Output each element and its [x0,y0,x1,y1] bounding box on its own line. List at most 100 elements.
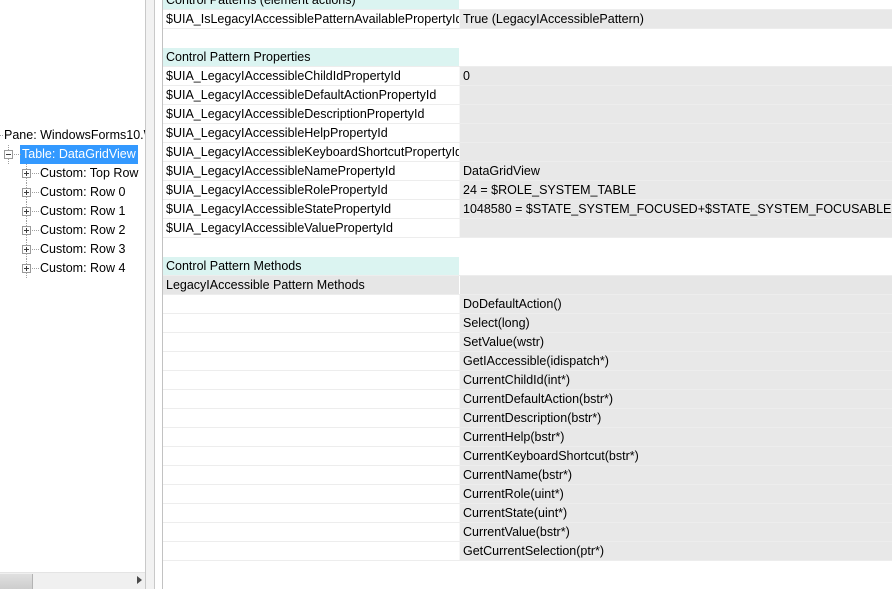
property-name-cell [163,428,459,446]
property-name-cell: LegacyIAccessible Pattern Methods [163,276,459,294]
property-name-cell [163,504,459,522]
tree-connector-line [32,230,39,232]
property-row[interactable]: CurrentValue(bstr*) [163,523,892,542]
tree-item[interactable]: Custom: Row 3 [0,240,145,259]
property-row[interactable]: $UIA_LegacyIAccessibleDefaultActionPrope… [163,86,892,105]
property-name-cell [163,485,459,503]
property-row[interactable]: Select(long) [163,314,892,333]
property-value-cell: GetCurrentSelection(ptr*) [459,542,892,560]
property-row[interactable]: Control Patterns (element actions) [163,0,892,10]
property-value-cell [459,124,892,142]
property-value-cell: CurrentRole(uint*) [459,485,892,503]
tree-item-label: Custom: Row 3 [40,242,126,256]
property-value-cell [459,86,892,104]
property-row[interactable]: CurrentHelp(bstr*) [163,428,892,447]
property-name-cell [163,29,459,47]
property-row[interactable]: CurrentChildId(int*) [163,371,892,390]
tree-connector-line [0,135,3,137]
property-value-cell: CurrentName(bstr*) [459,466,892,484]
pane-splitter[interactable] [156,0,163,589]
property-row[interactable]: GetIAccessible(idispatch*) [163,352,892,371]
property-value-cell: 1048580 = $STATE_SYSTEM_FOCUSED+$STATE_S… [459,200,892,218]
property-row[interactable]: $UIA_LegacyIAccessibleStatePropertyId 104… [163,200,892,219]
property-row[interactable]: $UIA_LegacyIAccessibleChildIdPropertyId 0 [163,67,892,86]
element-tree[interactable]: Pane: WindowsForms10.Wi Table: DataGridVi… [0,126,145,278]
property-name-cell: $UIA_LegacyIAccessibleRolePropertyId [163,181,459,199]
property-value-cell: CurrentChildId(int*) [459,371,892,389]
property-row[interactable]: SetValue(wstr) [163,333,892,352]
property-name-cell [163,371,459,389]
property-name-cell [163,466,459,484]
property-value-cell [459,105,892,123]
property-name-cell [163,314,459,332]
property-name-cell [163,523,459,541]
property-row[interactable]: $UIA_LegacyIAccessibleNamePropertyId Data… [163,162,892,181]
property-row[interactable]: $UIA_LegacyIAccessibleRolePropertyId 24 =… [163,181,892,200]
tree-item[interactable]: Custom: Row 2 [0,221,145,240]
tree-expand-icon[interactable] [22,245,31,254]
tree-collapse-icon[interactable] [4,150,13,159]
tree-expand-icon[interactable] [22,264,31,273]
property-row[interactable]: $UIA_LegacyIAccessibleValuePropertyId [163,219,892,238]
property-row[interactable]: $UIA_IsLegacyIAccessiblePatternAvailable… [163,10,892,29]
property-value-cell [459,48,892,66]
property-row[interactable]: $UIA_LegacyIAccessibleHelpPropertyId [163,124,892,143]
property-row[interactable]: CurrentName(bstr*) [163,466,892,485]
tree-item-label: Pane: WindowsForms10.Wi [4,128,145,142]
property-row[interactable]: CurrentDescription(bstr*) [163,409,892,428]
property-row[interactable] [163,238,892,257]
property-name-cell [163,542,459,560]
tree-vertical-scrollbar[interactable] [145,0,155,589]
tree-item[interactable]: Table: DataGridView [0,145,145,164]
property-row[interactable]: CurrentKeyboardShortcut(bstr*) [163,447,892,466]
property-row[interactable]: DoDefaultAction() [163,295,892,314]
property-name-cell: $UIA_LegacyIAccessibleNamePropertyId [163,162,459,180]
property-grid-pane[interactable]: Control Patterns (element actions) $UIA_I… [163,0,892,589]
tree-item[interactable]: Custom: Row 0 [0,183,145,202]
property-value-cell: 24 = $ROLE_SYSTEM_TABLE [459,181,892,199]
property-row[interactable]: Control Pattern Properties [163,48,892,67]
property-name-cell [163,561,459,579]
tree-item-label: Custom: Row 1 [40,204,126,218]
tree-expand-icon[interactable] [22,188,31,197]
element-tree-pane[interactable]: Pane: WindowsForms10.Wi Table: DataGridVi… [0,0,145,589]
property-row[interactable]: CurrentState(uint*) [163,504,892,523]
tree-expand-icon[interactable] [22,169,31,178]
property-value-cell: DataGridView [459,162,892,180]
property-name-cell: $UIA_LegacyIAccessibleDescriptionPropert… [163,105,459,123]
property-value-cell [459,29,892,47]
tree-item[interactable]: Custom: Top Row [0,164,145,183]
property-row[interactable]: $UIA_LegacyIAccessibleKeyboardShortcutPr… [163,143,892,162]
inspect-window: Pane: WindowsForms10.Wi Table: DataGridVi… [0,0,892,589]
property-name-cell [163,352,459,370]
tree-connector-line [32,211,39,213]
property-row[interactable]: CurrentRole(uint*) [163,485,892,504]
property-row[interactable]: GetCurrentSelection(ptr*) [163,542,892,561]
tree-item[interactable]: Custom: Row 4 [0,259,145,278]
property-name-cell: $UIA_LegacyIAccessibleHelpPropertyId [163,124,459,142]
property-value-cell: CurrentHelp(bstr*) [459,428,892,446]
tree-expand-icon[interactable] [22,226,31,235]
property-grid: Control Patterns (element actions) $UIA_I… [163,0,892,580]
property-row[interactable]: Control Pattern Methods [163,257,892,276]
scroll-right-arrow-icon[interactable] [137,576,142,584]
property-row[interactable] [163,561,892,580]
tree-expand-icon[interactable] [22,207,31,216]
property-row[interactable] [163,29,892,48]
property-value-cell: GetIAccessible(idispatch*) [459,352,892,370]
property-row[interactable]: CurrentDefaultAction(bstr*) [163,390,892,409]
tree-item[interactable]: Pane: WindowsForms10.Wi [0,126,145,145]
property-name-cell [163,447,459,465]
property-name-cell: $UIA_LegacyIAccessibleStatePropertyId [163,200,459,218]
property-value-cell [459,0,892,9]
property-name-cell [163,333,459,351]
property-name-cell: $UIA_LegacyIAccessibleDefaultActionPrope… [163,86,459,104]
property-value-cell: SetValue(wstr) [459,333,892,351]
tree-horizontal-scrollbar-thumb[interactable] [0,574,33,589]
tree-item[interactable]: Custom: Row 1 [0,202,145,221]
property-row[interactable]: $UIA_LegacyIAccessibleDescriptionPropert… [163,105,892,124]
property-row[interactable]: LegacyIAccessible Pattern Methods [163,276,892,295]
tree-connector-line [32,268,39,270]
tree-horizontal-scrollbar[interactable] [0,572,145,589]
tree-connector-line [32,249,39,251]
